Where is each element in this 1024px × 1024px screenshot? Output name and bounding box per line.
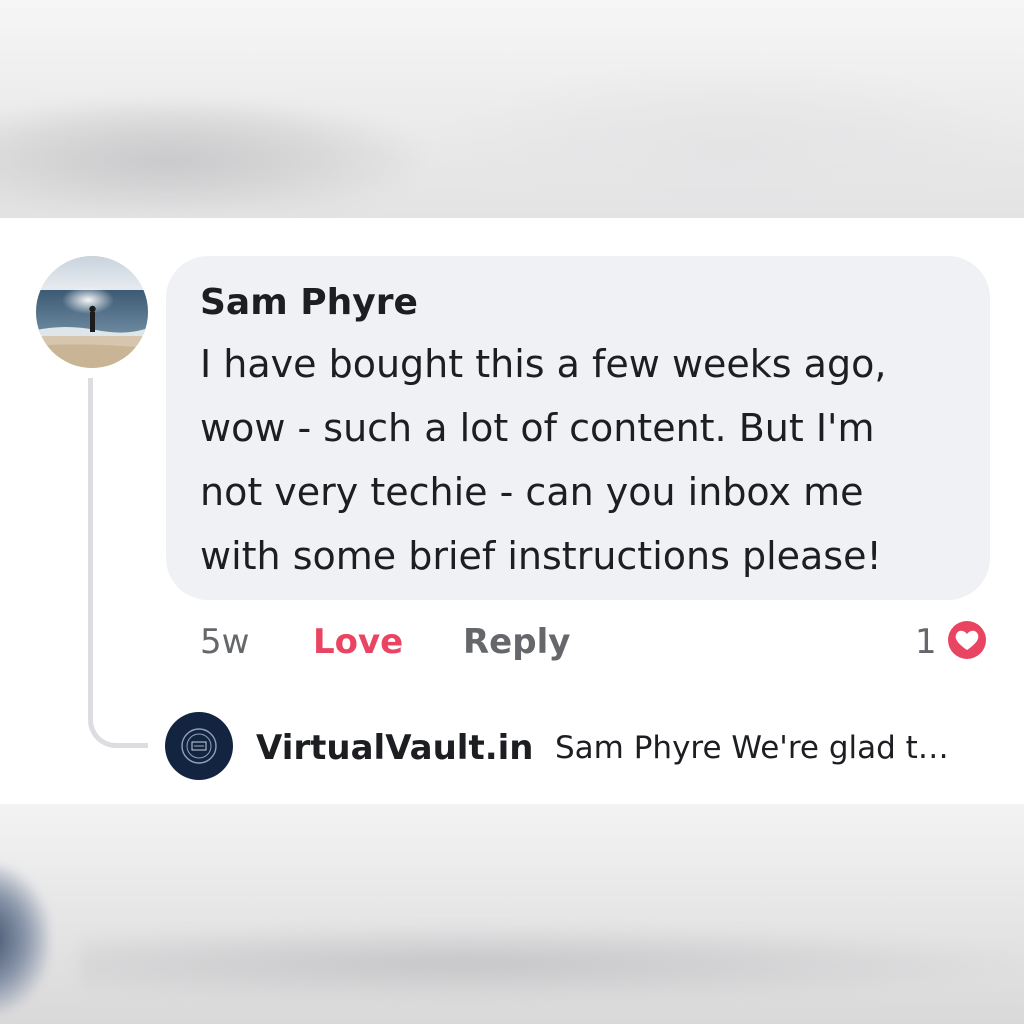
comment-author-name[interactable]: Sam Phyre	[200, 282, 418, 323]
comment-text-line: with some brief instructions please!	[200, 534, 882, 578]
commenter-avatar[interactable]	[36, 256, 148, 368]
comment-text-line: I have bought this a few weeks ago,	[200, 342, 887, 386]
blurred-background-bottom	[0, 804, 1024, 1024]
comment-text-line: wow - such a lot of content. But I'm	[200, 406, 875, 450]
reply-preview-text[interactable]: Sam Phyre We're glad t…	[555, 730, 949, 766]
blur-smudge	[420, 60, 1024, 210]
heart-icon[interactable]	[943, 616, 991, 664]
blur-smudge	[0, 864, 50, 1014]
blur-smudge	[0, 100, 420, 210]
comment-timestamp[interactable]: 5w	[200, 622, 249, 662]
reply-author-name[interactable]: VirtualVault.in	[256, 728, 533, 768]
reply-author-avatar[interactable]	[165, 712, 233, 780]
reaction-count[interactable]: 1	[915, 622, 937, 662]
blurred-background-top	[0, 0, 1024, 218]
vault-logo-icon	[181, 728, 217, 764]
comment-text-line: not very techie - can you inbox me	[200, 470, 864, 514]
comment-card: Sam Phyre I have bought this a few weeks…	[0, 218, 1024, 804]
beach-photo	[36, 256, 148, 368]
thread-connector-line	[88, 378, 148, 748]
blur-smudge	[80, 924, 1024, 1004]
love-reaction-button[interactable]: Love	[313, 622, 403, 662]
reply-button[interactable]: Reply	[463, 622, 570, 662]
